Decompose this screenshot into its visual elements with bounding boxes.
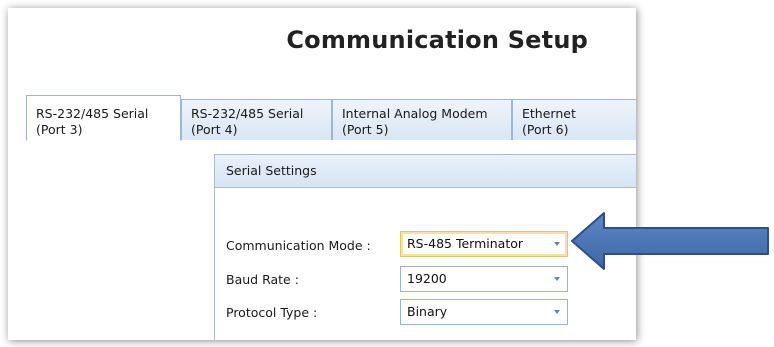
tab-label-line2: (Port 3) xyxy=(36,122,83,137)
protocol-type-value: Binary xyxy=(407,304,448,319)
tab-label-line2: (Port 4) xyxy=(191,122,238,137)
chevron-down-icon xyxy=(554,242,560,246)
baud-rate-label: Baud Rate : xyxy=(226,272,299,287)
communication-setup-window: Communication Setup RS-232/485 Serial (P… xyxy=(8,8,636,340)
tab-port-5[interactable]: Internal Analog Modem (Port 5) xyxy=(332,99,512,140)
chevron-down-icon xyxy=(554,310,560,314)
communication-mode-value: RS-485 Terminator xyxy=(407,236,524,251)
communication-mode-dropdown[interactable]: RS-485 Terminator xyxy=(400,231,568,257)
protocol-type-dropdown[interactable]: Binary xyxy=(400,299,568,325)
left-arrow-icon xyxy=(571,212,769,270)
tab-label-line1: Internal Analog Modem xyxy=(342,106,488,121)
baud-rate-dropdown[interactable]: 19200 xyxy=(400,266,568,292)
page-title: Communication Setup xyxy=(286,26,588,54)
tab-port-4[interactable]: RS-232/485 Serial (Port 4) xyxy=(181,99,332,140)
tab-port-6[interactable]: Ethernet (Port 6) xyxy=(512,99,636,140)
chevron-down-icon xyxy=(554,277,560,281)
tab-label-line1: RS-232/485 Serial xyxy=(36,106,149,121)
tab-port-3[interactable]: RS-232/485 Serial (Port 3) xyxy=(26,95,181,141)
tab-label-line1: Ethernet xyxy=(522,106,576,121)
port-tab-strip: RS-232/485 Serial (Port 3) RS-232/485 Se… xyxy=(26,95,636,141)
serial-settings-header: Serial Settings xyxy=(215,154,636,188)
protocol-type-label: Protocol Type : xyxy=(226,305,318,320)
baud-rate-value: 19200 xyxy=(407,271,447,286)
tab-label-line2: (Port 6) xyxy=(522,122,569,137)
tab-label-line2: (Port 5) xyxy=(342,122,389,137)
communication-mode-label: Communication Mode : xyxy=(226,238,371,253)
tab-label-line1: RS-232/485 Serial xyxy=(191,106,304,121)
